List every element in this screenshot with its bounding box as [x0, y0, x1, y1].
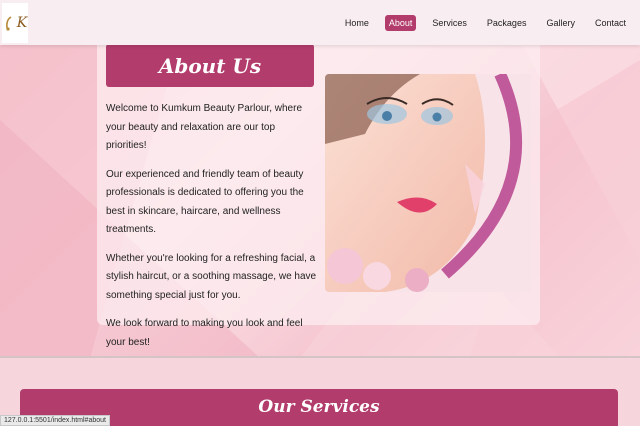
browser-status-url: 127.0.0.1:5501/index.html#about: [0, 415, 110, 426]
nav-contact[interactable]: Contact: [591, 15, 630, 31]
navbar: K Home About Services Packages Gallery C…: [0, 0, 640, 45]
logo-initial: K: [16, 14, 28, 31]
nav-packages[interactable]: Packages: [483, 15, 531, 31]
beauty-model-image: [325, 74, 531, 292]
about-paragraph: Welcome to Kumkum Beauty Parlour, where …: [106, 103, 303, 151]
nav-home[interactable]: Home: [341, 15, 373, 31]
brand-logo[interactable]: K: [2, 2, 28, 43]
main-nav: Home About Services Packages Gallery Con…: [335, 14, 636, 31]
section-divider: [0, 356, 640, 358]
about-title: About Us: [106, 44, 314, 87]
about-paragraph: Whether you're looking for a refreshing …: [106, 252, 317, 301]
nav-gallery[interactable]: Gallery: [542, 15, 579, 31]
about-text: Welcome to Kumkum Beauty Parlour, where …: [106, 100, 318, 362]
about-paragraph: Our experienced and friendly team of bea…: [106, 168, 304, 236]
nav-about[interactable]: About: [384, 14, 417, 31]
about-paragraph: We look forward to making you look and f…: [106, 318, 303, 348]
nav-services[interactable]: Services: [428, 15, 471, 31]
